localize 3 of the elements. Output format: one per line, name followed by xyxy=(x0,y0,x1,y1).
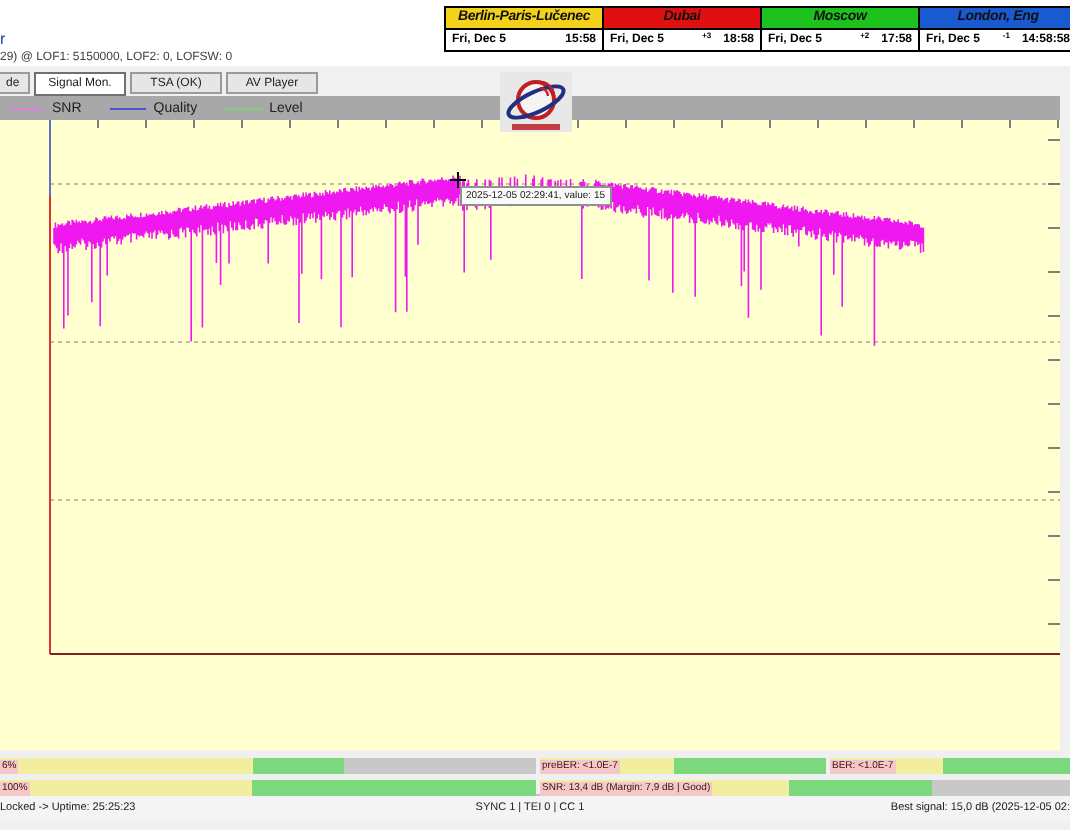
device-name: r xyxy=(0,30,8,50)
crosshair-cursor-icon xyxy=(449,171,467,189)
satellite-logo-icon xyxy=(500,72,572,132)
